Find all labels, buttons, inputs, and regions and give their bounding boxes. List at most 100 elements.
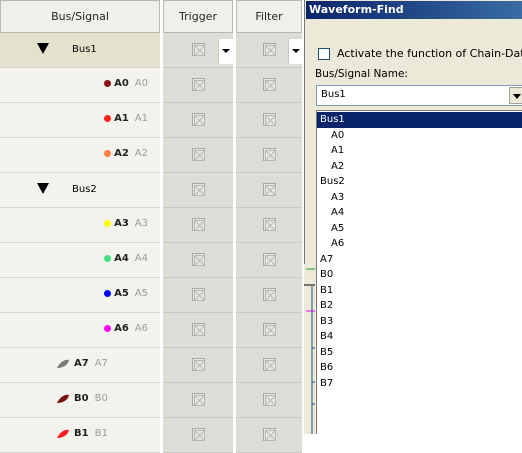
filter-cell[interactable] <box>236 383 302 418</box>
dropdown-option[interactable]: B5 <box>317 345 522 361</box>
dropdown-option[interactable]: A7 <box>317 252 522 268</box>
disabled-checkbox-icon[interactable] <box>263 358 276 371</box>
column-header-trigger[interactable]: Trigger <box>163 0 233 33</box>
disabled-checkbox-icon[interactable] <box>192 358 205 371</box>
filter-cell[interactable] <box>236 173 302 208</box>
signal-row[interactable]: B1 B1 <box>0 418 302 453</box>
disabled-checkbox-icon[interactable] <box>263 148 276 161</box>
disabled-checkbox-icon[interactable] <box>192 323 205 336</box>
filter-dropdown-button[interactable] <box>288 39 303 64</box>
bus-signal-cell[interactable]: A3 A3 <box>0 208 160 243</box>
combobox-dropdown-button[interactable] <box>509 87 522 104</box>
dialog-title[interactable]: Waveform-Find <box>306 1 522 19</box>
dropdown-option[interactable]: B1 <box>317 283 522 299</box>
filter-cell[interactable] <box>236 103 302 138</box>
disabled-checkbox-icon[interactable] <box>263 43 276 56</box>
dropdown-option[interactable]: Bus1 <box>317 112 522 128</box>
signal-row[interactable]: A2 A2 <box>0 138 302 173</box>
filter-cell[interactable] <box>236 418 302 453</box>
filter-cell[interactable] <box>236 313 302 348</box>
disabled-checkbox-icon[interactable] <box>263 78 276 91</box>
disabled-checkbox-icon[interactable] <box>263 253 276 266</box>
trigger-cell[interactable] <box>163 418 233 453</box>
dropdown-option[interactable]: A1 <box>317 143 522 159</box>
bus-signal-cell[interactable]: A1 A1 <box>0 103 160 138</box>
filter-cell[interactable] <box>236 68 302 103</box>
disabled-checkbox-icon[interactable] <box>192 393 205 406</box>
filter-cell[interactable] <box>236 33 303 68</box>
dropdown-option[interactable]: B0 <box>317 267 522 283</box>
dropdown-option[interactable]: A3 <box>317 190 522 206</box>
disabled-checkbox-icon[interactable] <box>192 113 205 126</box>
column-header-filter[interactable]: Filter <box>236 0 302 33</box>
signal-row[interactable]: A6 A6 <box>0 313 302 348</box>
dropdown-option[interactable]: A2 <box>317 159 522 175</box>
disabled-checkbox-icon[interactable] <box>263 113 276 126</box>
signal-row[interactable]: B0 B0 <box>0 383 302 418</box>
filter-cell[interactable] <box>236 348 302 383</box>
disabled-checkbox-icon[interactable] <box>263 218 276 231</box>
bus-signal-cell[interactable]: B0 B0 <box>0 383 160 418</box>
bus-signal-dropdown-list[interactable]: Bus1 A0 A1 A2 Bus2 A3 A4 A5 A6 A7 B0 B1 B2 B3 B4 B5 B6 B7 <box>316 110 522 434</box>
signal-row[interactable]: A3 A3 <box>0 208 302 243</box>
trigger-cell[interactable] <box>163 208 233 243</box>
dropdown-option[interactable]: B6 <box>317 360 522 376</box>
bus-signal-cell[interactable]: A7 A7 <box>0 348 160 383</box>
signal-row[interactable]: A1 A1 <box>0 103 302 138</box>
bus-signal-cell[interactable]: A5 A5 <box>0 278 160 313</box>
disabled-checkbox-icon[interactable] <box>263 393 276 406</box>
disabled-checkbox-icon[interactable] <box>263 288 276 301</box>
signal-row[interactable]: A4 A4 <box>0 243 302 278</box>
disabled-checkbox-icon[interactable] <box>192 288 205 301</box>
trigger-cell[interactable] <box>163 138 233 173</box>
dropdown-option[interactable]: B4 <box>317 329 522 345</box>
chain-data-option[interactable]: Activate the function of Chain-Data <box>318 47 522 60</box>
filter-cell[interactable] <box>236 278 302 313</box>
bus-signal-cell[interactable]: B1 B1 <box>0 418 160 453</box>
dropdown-option[interactable]: A5 <box>317 221 522 237</box>
expand-triangle-icon[interactable] <box>37 43 49 54</box>
disabled-checkbox-icon[interactable] <box>192 428 205 441</box>
column-header-bus-signal[interactable]: Bus/Signal <box>0 0 160 33</box>
filter-cell[interactable] <box>236 243 302 278</box>
trigger-cell[interactable] <box>163 68 233 103</box>
expand-triangle-icon[interactable] <box>37 183 49 194</box>
bus-signal-cell[interactable]: A0 A0 <box>0 68 160 103</box>
dropdown-option[interactable]: Bus2 <box>317 174 522 190</box>
disabled-checkbox-icon[interactable] <box>192 43 205 56</box>
trigger-cell[interactable] <box>163 33 233 68</box>
signal-row[interactable]: A5 A5 <box>0 278 302 313</box>
disabled-checkbox-icon[interactable] <box>192 253 205 266</box>
bus-signal-cell[interactable]: A4 A4 <box>0 243 160 278</box>
bus-signal-cell[interactable]: A6 A6 <box>0 313 160 348</box>
disabled-checkbox-icon[interactable] <box>263 183 276 196</box>
dropdown-option[interactable]: A0 <box>317 128 522 144</box>
disabled-checkbox-icon[interactable] <box>192 183 205 196</box>
dropdown-option[interactable]: B7 <box>317 376 522 392</box>
filter-cell[interactable] <box>236 138 302 173</box>
disabled-checkbox-icon[interactable] <box>263 428 276 441</box>
dropdown-option[interactable]: A4 <box>317 205 522 221</box>
trigger-cell[interactable] <box>163 103 233 138</box>
bus-signal-cell[interactable]: Bus1 <box>0 33 160 68</box>
trigger-cell[interactable] <box>163 243 233 278</box>
dropdown-option[interactable]: B2 <box>317 298 522 314</box>
dropdown-option[interactable]: B3 <box>317 314 522 330</box>
bus-signal-cell[interactable]: A2 A2 <box>0 138 160 173</box>
disabled-checkbox-icon[interactable] <box>192 78 205 91</box>
trigger-cell[interactable] <box>163 278 233 313</box>
chain-data-checkbox[interactable] <box>318 47 330 60</box>
dropdown-option[interactable]: A6 <box>317 236 522 252</box>
trigger-cell[interactable] <box>163 173 233 208</box>
disabled-checkbox-icon[interactable] <box>192 148 205 161</box>
trigger-dropdown-button[interactable] <box>218 39 233 64</box>
bus-signal-cell[interactable]: Bus2 <box>0 173 160 208</box>
signal-row[interactable]: A0 A0 <box>0 68 302 103</box>
trigger-cell[interactable] <box>163 348 233 383</box>
trigger-cell[interactable] <box>163 383 233 418</box>
trigger-cell[interactable] <box>163 313 233 348</box>
disabled-checkbox-icon[interactable] <box>263 323 276 336</box>
signal-row[interactable]: A7 A7 <box>0 348 302 383</box>
bus-signal-combobox[interactable]: Bus1 <box>316 85 522 106</box>
filter-cell[interactable] <box>236 208 302 243</box>
